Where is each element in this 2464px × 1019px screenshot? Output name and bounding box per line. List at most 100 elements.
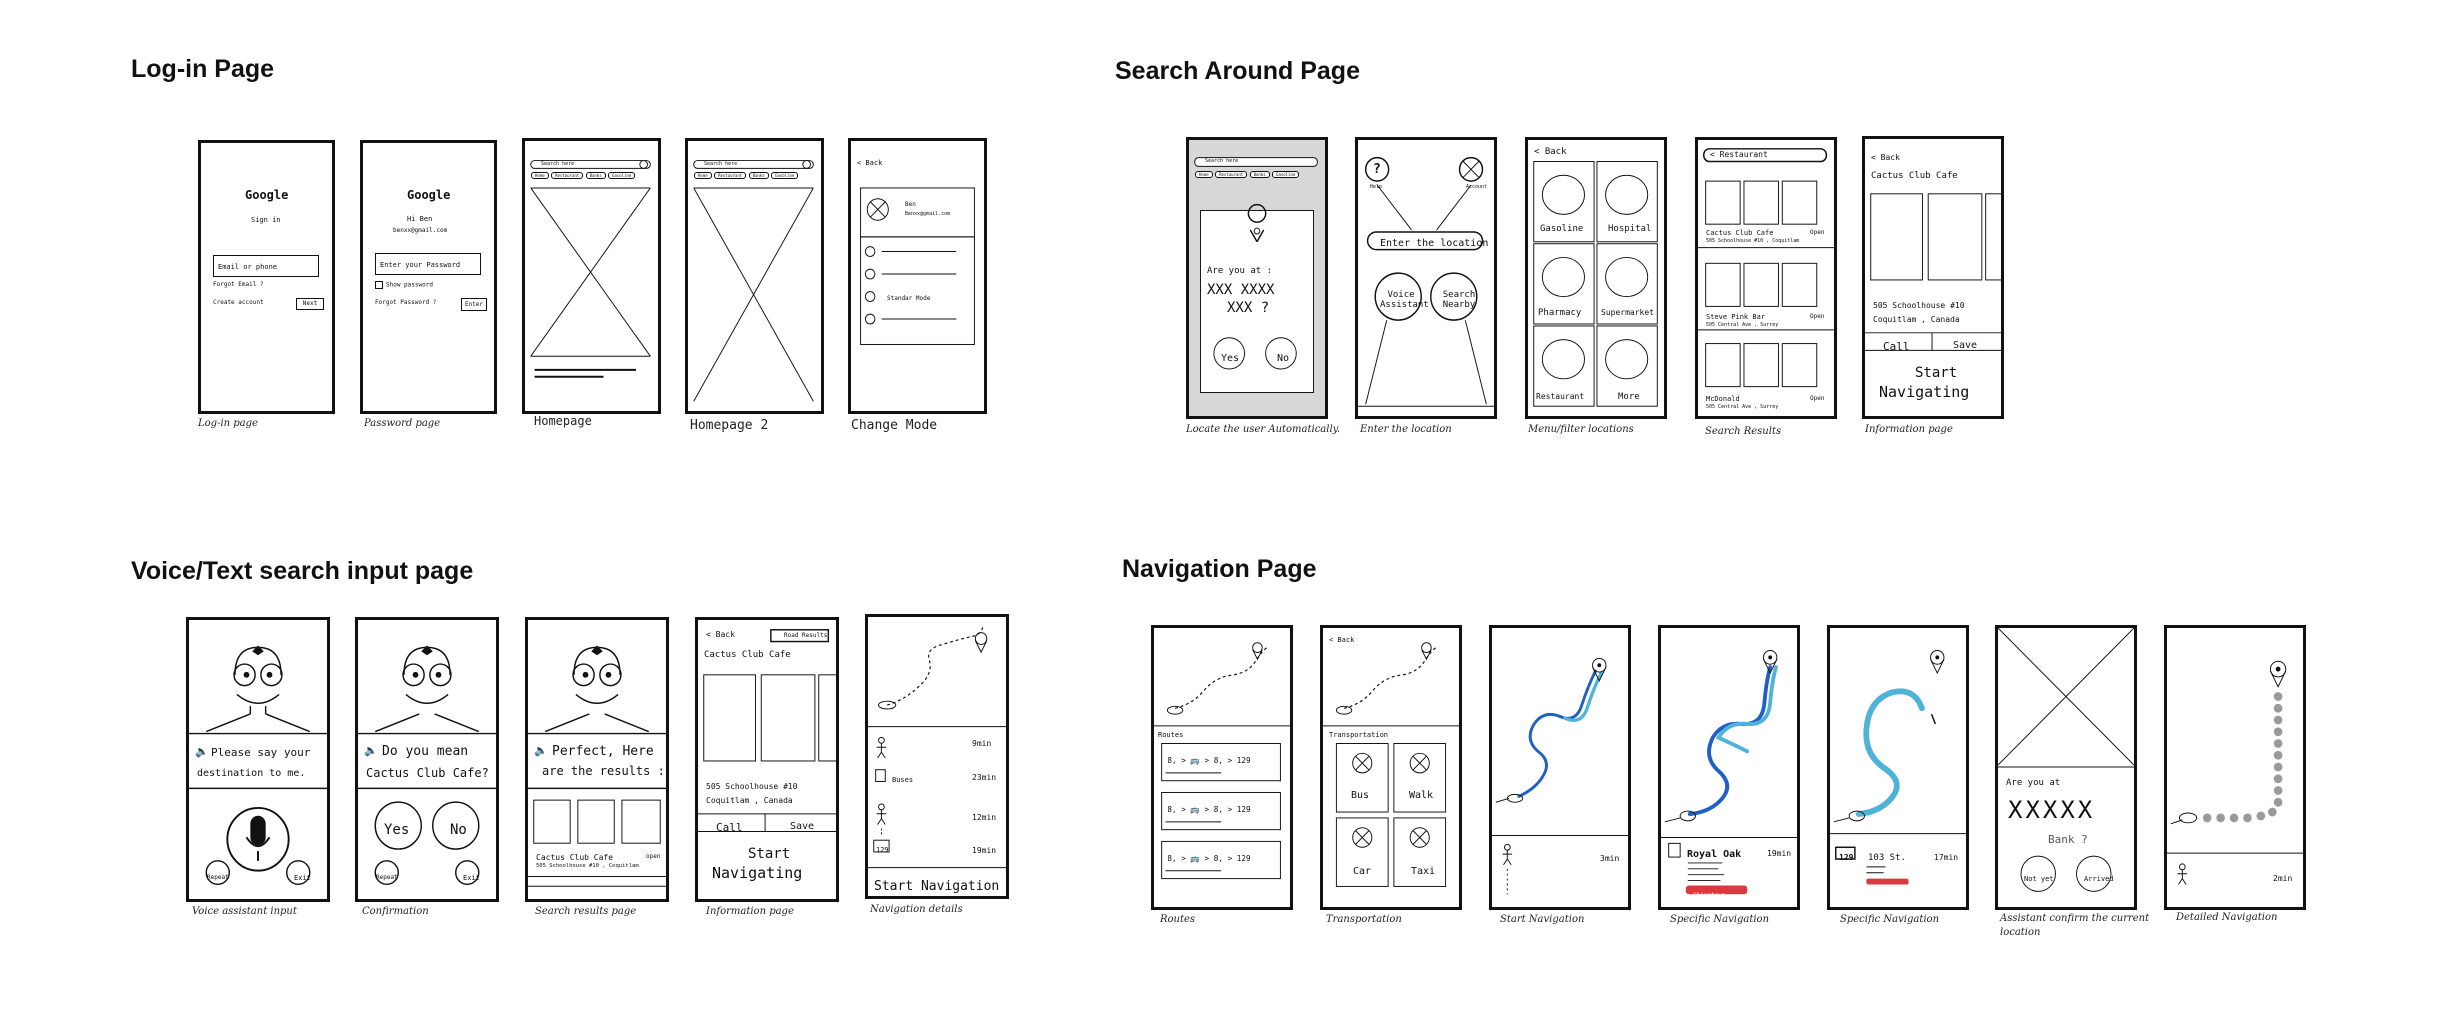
place-name: Cactus Club Cafe [1871, 171, 1958, 181]
result-address: 505 Central Ave , Surrey [1706, 404, 1779, 410]
profile-name: Ben [905, 201, 916, 208]
email-field[interactable]: Email or phone [213, 255, 319, 277]
call-button[interactable]: Call [716, 821, 743, 834]
create-account-link[interactable]: Create account [213, 299, 264, 306]
eta-label: 3min [1600, 854, 1620, 863]
wireframe-navigation-details: 9min Buses 23min 12min 129 19min Start N… [865, 614, 1009, 899]
start-navigating-button[interactable]: Start [1915, 365, 1957, 381]
caption-navigation-details: Navigation details [870, 904, 963, 915]
place-city: Coquitlam , Canada [1873, 315, 1960, 324]
no-button[interactable]: No [1277, 353, 1289, 364]
start-navigating-button-line2[interactable]: Navigating [712, 864, 802, 882]
result-open: Open [1810, 229, 1825, 236]
mode-walk[interactable]: Walk [1409, 790, 1433, 801]
bank-label: Bank ? [2048, 833, 2088, 846]
mode-taxi[interactable]: Taxi [1411, 866, 1435, 877]
chip-row[interactable]: Home Restaurant Banks Gasoline [694, 172, 799, 179]
result-name[interactable]: Cactus Club Cafe [536, 853, 613, 862]
wireframe-voice-results: 🔈 Perfect, Here are the results : Cactus… [525, 617, 669, 902]
enter-button[interactable]: Enter [461, 298, 487, 311]
assistant-message-line2: are the results : [542, 764, 665, 778]
buses-label: Buses [892, 776, 914, 784]
back-link[interactable]: < Back [857, 159, 882, 167]
repeat-button[interactable]: Repeat [376, 874, 398, 881]
caption-start-navigation: Start Navigation [1500, 914, 1585, 925]
place-address: 505 Schoolhouse #10 [706, 782, 798, 791]
wireframe-confirm-location: Are you at XXXXX Bank ? Not yet Arrived [1995, 625, 2137, 910]
result-name[interactable]: Steve Pink Bar [1706, 313, 1765, 321]
svg-text:8, > 🚌 > 8, > 129: 8, > 🚌 > 8, > 129 [1167, 854, 1251, 863]
start-navigation-button[interactable]: Start Navigation [874, 879, 999, 894]
mode-car[interactable]: Car [1353, 866, 1371, 877]
start-navigating-button[interactable]: Start [748, 846, 790, 862]
location-placeholder: XXX XXXX [1207, 282, 1275, 298]
category-pill[interactable]: < Restaurant [1710, 150, 1768, 159]
back-link[interactable]: < Back [1329, 636, 1354, 644]
chip-row[interactable]: Home Restaurant Banks Gasoline [1195, 171, 1300, 178]
enter-location-field[interactable]: Enter the location [1380, 238, 1488, 249]
forgot-email-link[interactable]: Forgot Email ? [213, 281, 264, 288]
exit-button[interactable]: Exit [294, 874, 311, 882]
start-navigating-button-line2[interactable]: Navigating [1879, 383, 1969, 401]
back-link[interactable]: < Back [1534, 147, 1567, 157]
category-more[interactable]: More [1618, 392, 1640, 402]
bus-time: 23min [972, 773, 997, 782]
wireframe-routes: 8, > 🚌 > 8, > 129 8, > 🚌 > 8, > 129 8, >… [1151, 625, 1293, 910]
bus-number: 129 [1839, 853, 1854, 862]
back-link[interactable]: < Back [706, 630, 735, 639]
next-button[interactable]: Next [296, 298, 324, 310]
account-label: Account [1466, 184, 1488, 190]
show-password-checkbox[interactable]: Show password [375, 281, 433, 289]
caption-password: Password page [364, 418, 441, 429]
section-title-login: Log-in Page [131, 55, 275, 83]
help-label: Help [1370, 184, 1383, 190]
result-name[interactable]: McDonald [1706, 395, 1740, 403]
not-yet-button[interactable]: Not yet [2024, 875, 2054, 883]
search-bar[interactable]: Search here [1205, 158, 1238, 164]
category-pharmacy[interactable]: Pharmacy [1538, 308, 1581, 318]
category-restaurant[interactable]: Restaurant [1536, 392, 1584, 401]
search-bar[interactable]: Search here [541, 161, 574, 167]
caption-detailed-navigation: Detailed Navigation [2176, 912, 2278, 923]
result-address: 505 Schoolhouse #10 , Coquitlam [536, 863, 639, 869]
call-button[interactable]: Call [1883, 340, 1910, 353]
stop-tag: Chinatown [1693, 892, 1726, 899]
assistant-message-line2: Cactus Club Cafe? [366, 766, 489, 780]
caption-voice-results: Search results page [535, 906, 637, 917]
save-button[interactable]: Save [790, 821, 814, 832]
category-supermarket[interactable]: Supermarket [1601, 308, 1654, 317]
sign-in-label: Sign in [251, 216, 281, 224]
result-name[interactable]: Cactus Club Cafe [1706, 229, 1773, 237]
help-icon[interactable]: ? [1373, 162, 1381, 177]
mode-bus[interactable]: Bus [1351, 790, 1369, 801]
search-bar[interactable]: Search here [704, 161, 737, 167]
bus-time-2: 19min [972, 846, 997, 855]
result-address: 505 Central Ave , Surrey [1706, 322, 1779, 328]
road-results-button[interactable]: Road Results [784, 632, 827, 639]
no-button[interactable]: No [450, 822, 467, 838]
category-gasoline[interactable]: Gasoline [1540, 224, 1583, 234]
stop-name: Royal Oak [1687, 849, 1742, 860]
caption-change-mode: Change Mode [851, 418, 938, 433]
yes-button[interactable]: Yes [384, 822, 409, 838]
location-placeholder: XXXXX [2008, 796, 2096, 824]
exit-button[interactable]: Exit [463, 874, 480, 882]
caption-confirm-location: Assistant confirm the current location [2000, 913, 2150, 938]
yes-button[interactable]: Yes [1221, 353, 1239, 364]
forgot-password-link[interactable]: Forgot Password ? [375, 299, 436, 306]
category-hospital[interactable]: Hospital [1608, 224, 1651, 234]
back-link[interactable]: < Back [1871, 153, 1900, 162]
chip-row[interactable]: Home Restaurant Banks Gasoline [531, 172, 636, 179]
google-logo: Google [245, 188, 289, 202]
section-title-search: Search Around Page [1115, 57, 1360, 85]
arrived-button[interactable]: Arrived [2084, 875, 2114, 883]
password-field[interactable]: Enter your Password [375, 253, 481, 275]
save-button[interactable]: Save [1953, 340, 1977, 351]
voice-assistant-button[interactable]: Voice Assistant [1380, 290, 1429, 310]
repeat-button[interactable]: Repeat [207, 874, 229, 881]
standard-mode-option[interactable]: Standar Mode [887, 295, 930, 302]
search-nearby-button[interactable]: Search Nearby [1438, 290, 1480, 310]
section-title-voice: Voice/Text search input page [131, 557, 474, 585]
eta-label: 17min [1934, 853, 1959, 862]
wireframe-search-results: < Restaurant Cactus Club Cafe Open 505 S… [1695, 137, 1837, 419]
